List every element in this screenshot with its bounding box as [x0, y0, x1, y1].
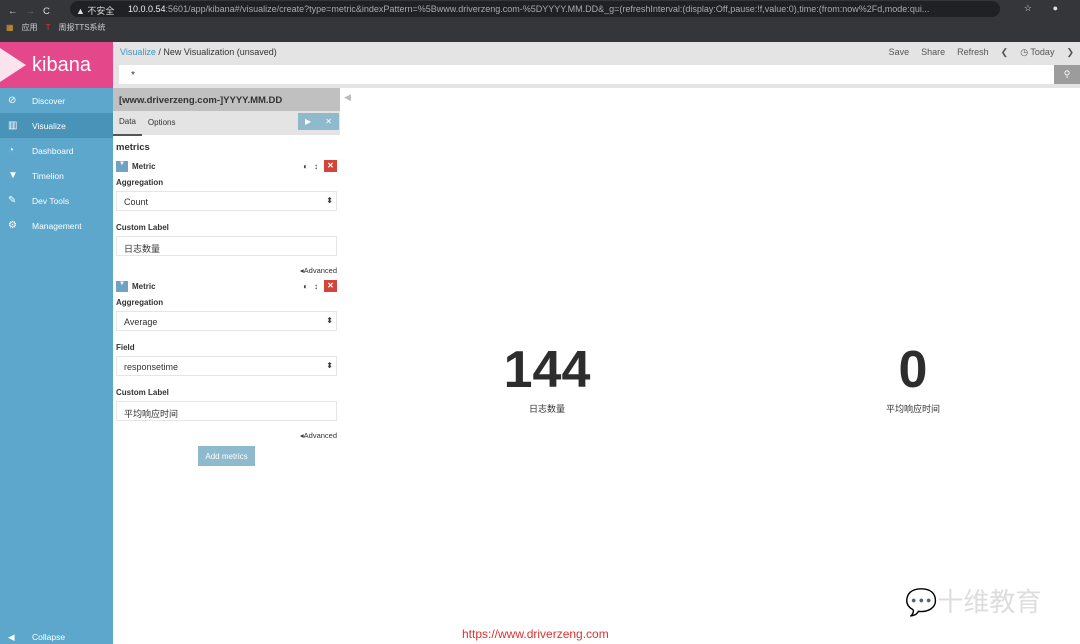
gear-icon: ⚙ [8, 220, 17, 231]
bar-chart-icon: ▥ [8, 120, 18, 131]
remove-metric-button[interactable]: ✕ [324, 280, 337, 292]
advanced-label: Advanced [303, 266, 337, 275]
add-metrics-button[interactable]: Add metrics [198, 446, 255, 466]
custom-label-input[interactable]: 日志数量 [116, 236, 337, 256]
collapse-icon: ◀ [8, 632, 15, 642]
chevron-right-icon[interactable]: ❯ [1066, 47, 1074, 58]
sidebar-item-dev-tools[interactable]: ✎ Dev Tools [0, 188, 113, 213]
time-picker[interactable]: ◷ Today [1020, 47, 1054, 58]
custom-label-label: Custom Label [116, 223, 169, 232]
security-warning[interactable]: ▲ 不安全 [76, 4, 114, 17]
forward-icon[interactable]: → [26, 6, 36, 17]
collapse-label: Collapse [32, 632, 66, 642]
sidebar: kibana ⊘ Discover ▥ Visualize ◔ Dashboard ▼… [0, 42, 113, 644]
chevron-down-icon[interactable]: ▼ [116, 280, 128, 292]
sidebar-item-visualize[interactable]: ▥ Visualize [0, 113, 113, 138]
wechat-icon: 💬 [905, 587, 938, 617]
metric-value: 144 [503, 341, 591, 399]
url-host: 10.0.0.54 [128, 4, 166, 14]
breadcrumb-visualize[interactable]: Visualize [120, 47, 156, 57]
footer-link[interactable]: https://www.driverzeng.com [462, 627, 609, 641]
aggregation-label: Aggregation [116, 178, 164, 187]
search-icon: ⚲ [1063, 69, 1071, 79]
kibana-logo[interactable]: kibana [0, 42, 113, 88]
refresh-button[interactable]: Refresh [957, 47, 989, 58]
sidebar-item-label: Discover [32, 95, 66, 106]
metric-title: Metric [132, 161, 156, 171]
editor-panel: [www.driverzeng.com-]YYYY.MM.DD Data Opt… [113, 88, 340, 644]
bookmark-apps[interactable]: 应用 [22, 22, 38, 33]
metric-title: Metric [132, 281, 156, 291]
timelion-icon: ▼ [8, 170, 18, 181]
advanced-toggle[interactable]: ◂Advanced [116, 266, 337, 275]
discard-button[interactable]: ✕ [319, 110, 338, 134]
breadcrumb: Visualize / New Visualization (unsaved) [120, 47, 277, 57]
chevron-down-icon[interactable]: ▼ [116, 160, 128, 172]
search-input[interactable]: * [119, 65, 1054, 84]
advanced-toggle[interactable]: ◂Advanced [116, 431, 337, 440]
metric-label: 平均响应时间 [885, 404, 940, 414]
security-label: 不安全 [87, 6, 115, 16]
sidebar-item-label: Timelion [32, 170, 64, 181]
star-icon[interactable]: ☆ [1024, 3, 1032, 14]
index-pattern-title: [www.driverzeng.com-]YYYY.MM.DD [113, 88, 340, 111]
aggregation-select[interactable]: Count [116, 191, 337, 211]
query-text: * [131, 70, 135, 81]
url-rest: :5601/app/kibana#/visualize/create?type=… [165, 4, 930, 14]
visualization-area: 144 日志数量 0 平均响应时间 [340, 88, 1080, 644]
drag-handle-icon[interactable]: ↕ [314, 282, 318, 291]
bookmark-icon: T [45, 23, 51, 32]
account-icon[interactable]: ● [1053, 3, 1058, 13]
metrics-heading: metrics [116, 142, 150, 153]
browser-chrome: ← → C ▲ 不安全 10.0.0.54:5601/app/kibana#/v… [0, 0, 1080, 42]
wrench-icon: ✎ [8, 195, 17, 206]
advanced-label: Advanced [303, 431, 337, 440]
compass-icon: ⊘ [8, 95, 17, 106]
tab-data[interactable]: Data [113, 110, 142, 136]
sidebar-item-label: Dev Tools [32, 195, 70, 206]
watermark-text: 十维教育 [937, 587, 1042, 617]
save-button[interactable]: Save [889, 47, 910, 58]
sidebar-item-label: Visualize [32, 120, 66, 131]
metric-tile: 144 日志数量 [447, 340, 647, 415]
sidebar-item-label: Management [32, 220, 82, 231]
top-nav: Visualize / New Visualization (unsaved) … [113, 42, 1080, 88]
share-button[interactable]: Share [921, 47, 945, 58]
clock-icon: ◷ [1020, 47, 1029, 57]
reload-icon[interactable]: C [43, 6, 50, 17]
collapse-button[interactable]: ◀ Collapse [0, 632, 65, 644]
bookmark-tts[interactable]: 周报TTS系统 [58, 22, 105, 33]
field-label: Field [116, 343, 135, 352]
sidebar-item-timelion[interactable]: ▼ Timelion [0, 163, 113, 188]
sidebar-item-label: Dashboard [32, 145, 74, 156]
chevron-left-icon[interactable]: ❮ [1001, 47, 1009, 58]
dashboard-icon: ◔ [8, 145, 15, 156]
toggle-icon[interactable]: ◐ [303, 162, 308, 171]
drag-handle-icon[interactable]: ↕ [314, 162, 318, 171]
aggregation-select[interactable]: Average [116, 311, 337, 331]
apps-icon: ▦ [6, 23, 14, 32]
logo-text: kibana [32, 53, 91, 76]
remove-metric-button[interactable]: ✕ [324, 160, 337, 172]
tab-options[interactable]: Options [142, 111, 182, 135]
sidebar-item-management[interactable]: ⚙ Management [0, 213, 113, 238]
metric-value: 0 [898, 341, 928, 399]
toggle-icon[interactable]: ◐ [303, 282, 308, 291]
aggregation-label: Aggregation [116, 298, 164, 307]
field-select[interactable]: responsetime [116, 356, 337, 376]
breadcrumb-current: New Visualization (unsaved) [163, 47, 277, 57]
sidebar-item-discover[interactable]: ⊘ Discover [0, 88, 113, 113]
time-label: Today [1030, 47, 1055, 57]
custom-label-input[interactable]: 平均响应时间 [116, 401, 337, 421]
metric-tile: 0 平均响应时间 [813, 340, 1013, 415]
sidebar-item-dashboard[interactable]: ◔ Dashboard [0, 138, 113, 163]
custom-label-label: Custom Label [116, 388, 169, 397]
breadcrumb-separator: / [158, 47, 161, 57]
metric-label: 日志数量 [528, 404, 565, 414]
back-icon[interactable]: ← [8, 6, 18, 17]
apply-button[interactable]: ▶ [299, 110, 317, 134]
watermark: 💬十维教育 [905, 582, 1041, 619]
search-button[interactable]: ⚲ [1054, 65, 1080, 84]
url-text[interactable]: 10.0.0.54:5601/app/kibana#/visualize/cre… [128, 4, 929, 14]
